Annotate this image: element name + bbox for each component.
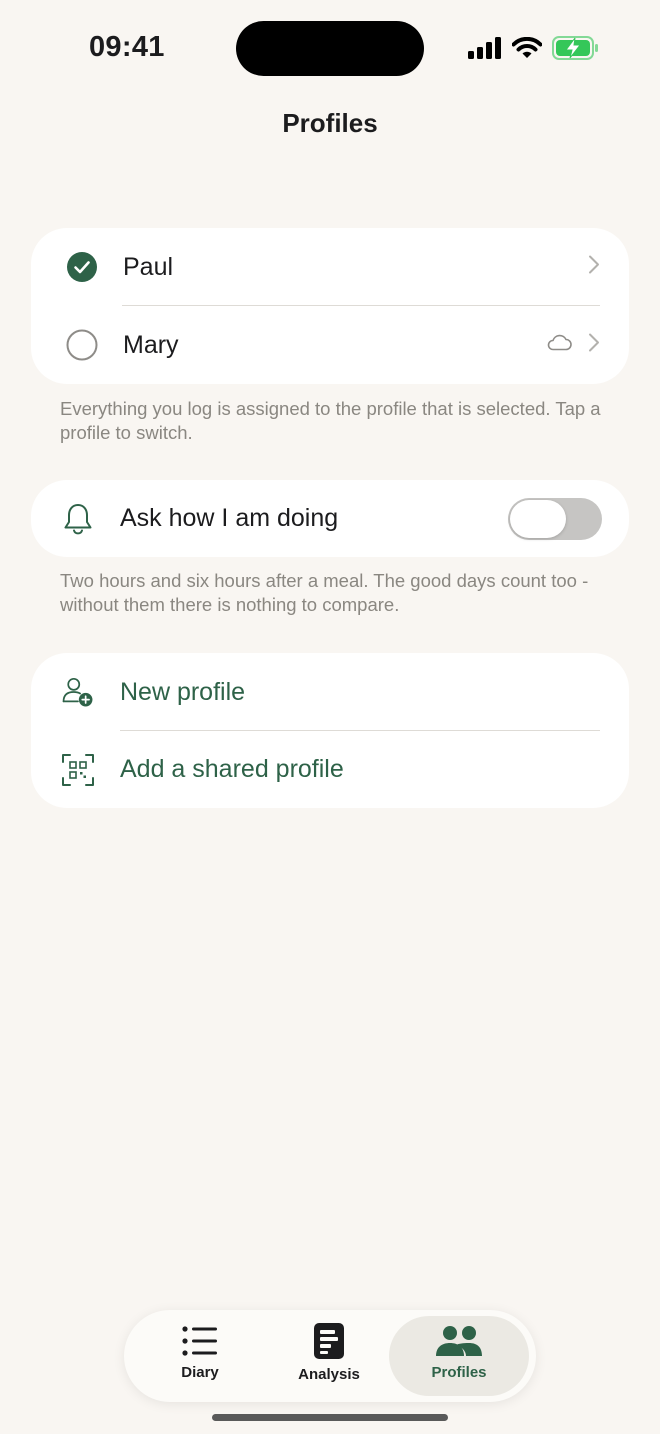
tab-label: Analysis (298, 1366, 360, 1383)
add-shared-profile-button[interactable]: Add a shared profile (31, 731, 629, 808)
profile-name: Mary (123, 330, 179, 359)
tab-label: Profiles (431, 1364, 487, 1381)
new-profile-button[interactable]: New profile (31, 653, 629, 731)
tab-bar: Diary Analysis Profiles (124, 1310, 536, 1402)
tab-analysis[interactable]: Analysis (277, 1316, 381, 1396)
profile-name: Paul (123, 252, 174, 281)
dynamic-island (236, 21, 424, 76)
profiles-footnote: Everything you log is assigned to the pr… (60, 398, 601, 443)
reminder-toggle[interactable] (508, 497, 602, 540)
chevron-right-icon (588, 333, 600, 358)
reminder-label: Ask how I am doing (120, 504, 339, 532)
add-person-icon (61, 675, 95, 709)
chevron-right-icon (588, 255, 600, 280)
status-time: 09:41 (89, 31, 165, 63)
people-icon (436, 1326, 482, 1356)
cloud-icon (546, 334, 572, 357)
analysis-icon (314, 1323, 344, 1359)
add-shared-profile-label: Add a shared profile (120, 755, 344, 783)
battery-charging-icon (552, 36, 598, 60)
toggle-knob (510, 499, 566, 538)
checkmark-circle-icon (65, 250, 99, 284)
reminder-row: Ask how I am doing (31, 480, 629, 557)
status-bar: 09:41 (0, 0, 660, 96)
actions-card: New profile Add a shared profile (31, 653, 629, 808)
qr-scan-icon (61, 753, 95, 787)
wifi-icon (512, 37, 542, 58)
profiles-list: Paul Mary (31, 228, 629, 384)
new-profile-label: New profile (120, 677, 246, 706)
empty-circle-icon (65, 328, 99, 362)
tab-label: Diary (181, 1364, 219, 1381)
page-title: Profiles (282, 108, 378, 138)
reminder-card: Ask how I am doing (31, 480, 629, 557)
list-icon (182, 1326, 217, 1356)
profile-row-paul[interactable]: Paul (31, 228, 629, 306)
tab-profiles[interactable]: Profiles (389, 1316, 529, 1396)
signal-icon (468, 37, 501, 59)
tab-diary[interactable]: Diary (148, 1316, 252, 1396)
profile-row-mary[interactable]: Mary (31, 306, 629, 384)
bell-icon (61, 502, 95, 536)
reminder-footnote: Two hours and six hours after a meal. Th… (60, 570, 589, 615)
home-indicator (212, 1414, 448, 1421)
status-icons (468, 34, 600, 62)
